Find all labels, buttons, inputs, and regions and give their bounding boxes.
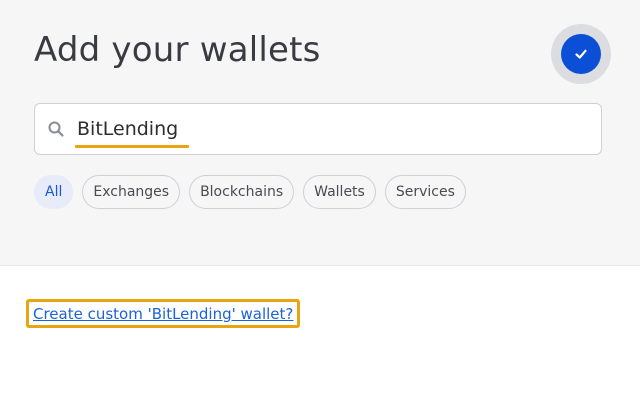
custom-wallet-link-highlight: Create custom 'BitLending' wallet? [26, 299, 301, 328]
filter-exchanges[interactable]: Exchanges [82, 175, 181, 209]
create-custom-wallet-link[interactable]: Create custom 'BitLending' wallet? [33, 305, 293, 323]
checkmark-icon [575, 49, 587, 59]
done-button-ring [551, 24, 611, 84]
search-text-highlight [75, 145, 189, 148]
filter-blockchains[interactable]: Blockchains [189, 175, 295, 209]
search-field[interactable] [34, 103, 602, 155]
filter-wallets[interactable]: Wallets [303, 175, 376, 209]
search-input[interactable] [77, 116, 577, 142]
filter-services[interactable]: Services [384, 175, 466, 209]
filter-tabs: All Exchanges Blockchains Wallets Servic… [34, 175, 466, 209]
search-icon [48, 121, 64, 137]
done-button[interactable] [561, 34, 601, 74]
filter-all[interactable]: All [34, 175, 74, 209]
page-title: Add your wallets [34, 30, 321, 70]
header-panel: Add your wallets All Exchanges Blockchai… [0, 0, 640, 266]
